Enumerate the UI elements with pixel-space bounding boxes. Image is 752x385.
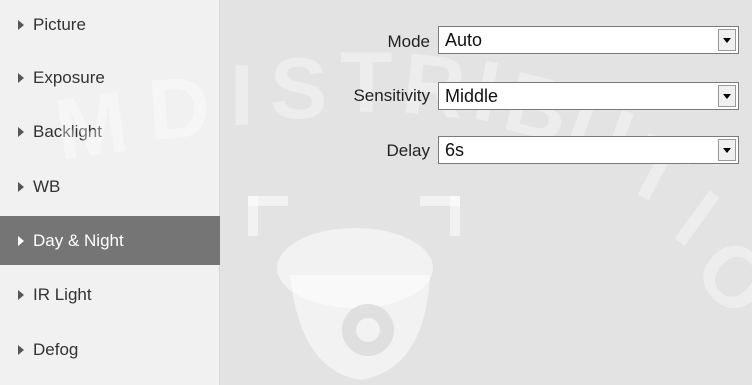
caret-right-icon	[18, 235, 24, 246]
day-night-settings-panel: Picture Exposure Backlight WB Day & Nigh…	[0, 0, 752, 385]
sidebar-item-backlight[interactable]: Backlight	[0, 107, 220, 156]
mode-select[interactable]: Auto	[438, 26, 739, 54]
settings-sidebar: Picture Exposure Backlight WB Day & Nigh…	[0, 0, 220, 385]
sidebar-item-ir-light[interactable]: IR Light	[0, 270, 220, 319]
mode-dropdown-button[interactable]	[718, 29, 736, 51]
sensitivity-select[interactable]: Middle	[438, 82, 739, 110]
caret-right-icon	[18, 126, 24, 137]
chevron-down-icon	[723, 38, 731, 43]
sensitivity-dropdown-button[interactable]	[718, 85, 736, 107]
sidebar-item-defog[interactable]: Defog	[0, 325, 220, 374]
delay-select-value: 6s	[445, 140, 465, 160]
caret-right-icon	[18, 181, 24, 192]
caret-right-icon	[18, 289, 24, 300]
caret-right-icon	[18, 19, 24, 30]
sidebar-item-picture[interactable]: Picture	[0, 0, 220, 49]
sidebar-item-label: Picture	[33, 14, 86, 34]
sidebar-item-label: Exposure	[33, 67, 105, 87]
sidebar-item-wb[interactable]: WB	[0, 162, 220, 211]
delay-label: Delay	[386, 141, 430, 160]
sidebar-item-day-night[interactable]: Day & Night	[0, 216, 220, 265]
caret-right-icon	[18, 344, 24, 355]
chevron-down-icon	[723, 94, 731, 99]
sensitivity-label: Sensitivity	[353, 86, 430, 105]
sidebar-item-exposure[interactable]: Exposure	[0, 53, 220, 102]
sidebar-item-label: Backlight	[33, 121, 102, 141]
sidebar-item-label: Day & Night	[33, 230, 124, 250]
sidebar-item-label: Defog	[33, 339, 79, 359]
chevron-down-icon	[723, 148, 731, 153]
sensitivity-select-value: Middle	[445, 86, 499, 106]
sidebar-item-label: WB	[33, 176, 61, 196]
mode-select-value: Auto	[445, 30, 483, 50]
delay-dropdown-button[interactable]	[718, 139, 736, 161]
delay-select[interactable]: 6s	[438, 136, 739, 164]
mode-label: Mode	[387, 32, 430, 51]
day-night-form: Mode Auto Sensitivity Middle Delay 6s	[221, 0, 752, 385]
caret-right-icon	[18, 72, 24, 83]
sidebar-item-label: IR Light	[33, 284, 92, 304]
